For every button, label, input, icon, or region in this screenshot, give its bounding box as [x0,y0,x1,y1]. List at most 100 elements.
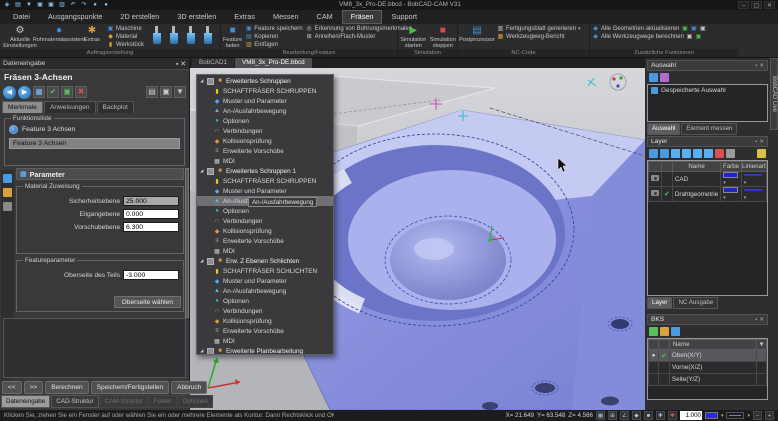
ucs-row[interactable]: ● ✔ Vorne(X/Z) [649,362,767,374]
select-icon[interactable] [649,73,658,82]
pin-icon[interactable]: ▪ [176,61,178,68]
mini-icon[interactable]: ▣ [686,34,693,41]
current-linetype-dropdown[interactable] [726,412,744,419]
copy-button[interactable]: ▤Kopieren [245,34,302,41]
plane-toggle-icon[interactable]: ■ [644,411,653,420]
save-all-icon[interactable]: ▣ [47,1,55,9]
menu-tab[interactable]: 2D erstellen [111,10,168,24]
print-icon[interactable]: ▥ [58,1,66,9]
tree-item[interactable]: ≡ Erweiterte Vorschübe [197,326,333,336]
tree-item[interactable]: ∩ Verbindungen [197,306,333,316]
safety-plane-input[interactable] [123,196,179,206]
caret-icon[interactable]: ◢ [200,348,205,354]
cancel-x-icon[interactable]: ✖ [75,86,87,98]
save-feature-button[interactable]: ▣Feature speichern [245,26,302,33]
endmill-tool-icon[interactable] [153,26,161,44]
paste-button[interactable]: ▥Einfügen [245,42,302,49]
panel-tab[interactable]: Optionen [178,395,214,408]
folder-icon[interactable]: ▼ [174,86,186,98]
panel-tab[interactable]: Felder [149,395,177,408]
ucs-row[interactable]: ● ✔ Seite(Y/Z) [649,374,767,386]
panel-tab[interactable]: Layer [647,297,672,309]
layer-color-swatch[interactable] [723,187,738,193]
add-point-icon[interactable]: ✚ [656,411,665,420]
tree-item[interactable]: ◆ Muster und Parameter [197,276,333,286]
select-saved-icon[interactable] [660,73,669,82]
top-of-part-input[interactable] [123,270,179,280]
tree-item[interactable]: ◢ ■ Erweitertes Schruppen 1 [197,166,333,176]
menu-tab[interactable]: Ausgangspunkte [39,10,111,24]
mini-icon[interactable]: ▣ [690,26,697,33]
caret-icon[interactable]: ◢ [200,258,205,264]
pin-icon[interactable]: ▪ [755,317,757,323]
hole-recognition-button[interactable]: ◎Erkennung von Bohrungsmerkmalen [306,26,412,33]
forward-arrow-button[interactable]: ▶ [18,86,31,99]
ucs-row[interactable]: ● ✔ Oben(X/Y) [649,350,767,362]
caret-icon[interactable]: ◢ [200,168,205,174]
panel-tab[interactable]: Element messen [681,123,737,135]
wizard-button[interactable]: >> [24,381,44,394]
toolpath-report-button[interactable]: ▦Werkzeugweg-Bericht [497,34,581,41]
new-file-icon[interactable]: ▤ [14,1,22,9]
menu-tab[interactable]: Messen [264,10,308,24]
panel-tab[interactable]: CAM-Struktur [100,395,148,408]
extras-button[interactable]: ✱ Extras [80,25,104,43]
ucs-sphere-icon[interactable] [671,327,680,336]
grid-toggle-icon[interactable]: ▦ [596,411,605,420]
tree-item[interactable]: ▲ An-/Ausfahrbewegung [197,286,333,296]
tree-item[interactable]: ◆ Muster und Parameter [197,186,333,196]
node-box-icon[interactable] [207,168,214,175]
visibility-camera-icon[interactable] [651,190,659,196]
back-arrow-button[interactable]: ◀ [3,86,16,99]
tree-item[interactable]: ▦ MDI [197,156,333,166]
wizard-button[interactable]: Abbruch [171,381,207,394]
add-layer-icon[interactable] [649,149,658,158]
node-box-icon[interactable] [207,348,214,355]
tree-item[interactable]: ● Optionen [197,206,333,216]
load-feature-button[interactable]: ■ Feature laden [223,25,242,49]
list-item[interactable]: Gespeicherte Auswahl [648,85,767,96]
tree-item[interactable]: ▮ SCHAFTFRÄSER SCHRUPPEN [197,86,333,96]
copy-page-icon[interactable]: ▤ [146,86,158,98]
workpiece-button[interactable]: ▮Werkstück [107,42,144,49]
setup-sheet-button[interactable]: ▥Fertigungsblatt generieren▾ [497,26,581,33]
tree-item[interactable]: ≡ Erweiterte Vorschübe [197,236,333,246]
layer-row[interactable]: ✔ Drahtgeometrie ▾ ▾ [649,187,767,202]
pin-icon[interactable]: ▪ [755,63,757,69]
redo-icon[interactable]: ↷ [80,1,88,9]
layer-right-icon[interactable] [704,149,713,158]
menu-tab[interactable]: Datei [4,10,39,24]
node-box-icon[interactable] [207,78,214,85]
minimize-button[interactable]: – [738,1,749,9]
help-icon[interactable]: ● [91,1,99,9]
endmill-tool-icon[interactable] [170,26,178,44]
tree-item[interactable]: ▦ MDI [197,336,333,346]
layer-linetype[interactable] [744,189,762,191]
menu-tab[interactable]: 3D erstellen [168,10,225,24]
layer-linetype[interactable] [744,174,762,176]
feed-plane-input[interactable] [123,222,179,232]
tree-item[interactable]: ◆ Kollisionsprüfung [197,316,333,326]
tree-item[interactable]: ● Optionen [197,116,333,126]
stop-simulation-button[interactable]: ■ Simulation stoppen [430,25,457,49]
reference-icon[interactable]: ✱ [668,411,677,420]
tree-item[interactable]: ▲ An-/Ausfahrbewegung [197,106,333,116]
visibility-camera-icon[interactable] [651,175,659,181]
misc-page-icon[interactable] [3,202,12,211]
info-icon[interactable]: ● [102,1,110,9]
open-file-icon[interactable]: ▼ [25,1,33,9]
wizard-tab[interactable]: Merkmale [2,101,43,113]
layer-key-icon[interactable] [757,149,766,158]
tree-item[interactable]: ∩ Verbindungen [197,126,333,136]
mini-icon[interactable]: ▣ [699,26,706,33]
layer-settings-icon[interactable] [726,149,735,158]
tool-page-icon[interactable] [3,188,12,197]
bobcad-live-tab[interactable]: BobCAD Live [770,58,778,130]
tree-item[interactable]: ● Optionen [197,296,333,306]
menu-tab[interactable]: Fräsen [342,10,383,24]
material-button[interactable]: ◆Material [107,34,144,41]
edit-ucs-icon[interactable] [660,327,669,336]
panel-tab[interactable]: NC Ausgabe [673,297,718,309]
parameter-page-icon[interactable] [3,174,12,183]
wizard-button[interactable]: << [2,381,22,394]
